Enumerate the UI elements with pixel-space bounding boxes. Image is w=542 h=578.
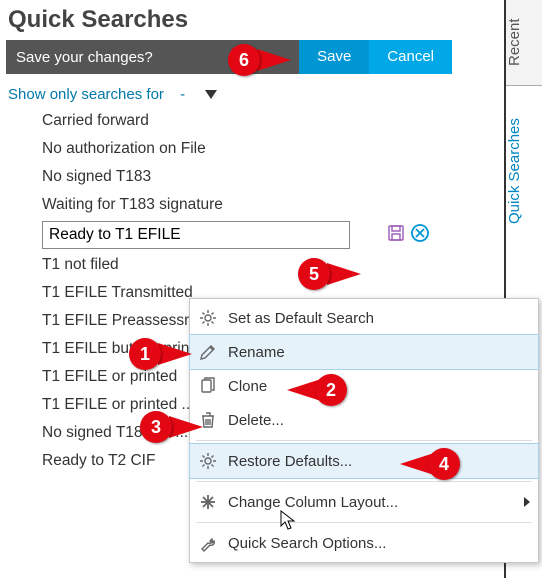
menu-rename[interactable]: Rename <box>190 335 538 369</box>
list-item[interactable]: No authorization on File <box>42 135 500 163</box>
menu-clone[interactable]: Clone <box>190 369 538 403</box>
gear-icon <box>198 308 218 328</box>
tab-quick-searches[interactable]: Quick Searches <box>506 86 542 256</box>
chevron-right-icon <box>524 497 530 507</box>
menu-label: Rename <box>228 344 530 361</box>
menu-label: Delete... <box>228 412 530 429</box>
list-item-editing <box>42 219 500 251</box>
menu-separator <box>196 481 532 482</box>
list-item[interactable]: T1 not filed <box>42 251 500 279</box>
menu-label: Quick Search Options... <box>228 535 530 552</box>
pencil-icon <box>198 342 218 362</box>
wrench-icon <box>198 533 218 553</box>
chevron-down-icon[interactable] <box>205 90 217 99</box>
cancel-circle-icon[interactable] <box>410 223 430 247</box>
save-changes-bar: Save your changes? Save Cancel <box>6 40 452 74</box>
menu-separator <box>196 522 532 523</box>
menu-quick-search-options[interactable]: Quick Search Options... <box>190 526 538 560</box>
save-changes-message: Save your changes? <box>6 49 299 66</box>
filter-value: - <box>180 86 185 103</box>
asterisk-icon <box>198 492 218 512</box>
menu-separator <box>196 440 532 441</box>
list-item[interactable]: Carried forward <box>42 107 500 135</box>
menu-label: Restore Defaults... <box>228 453 530 470</box>
list-item[interactable]: No signed T183 <box>42 163 500 191</box>
page-title: Quick Searches <box>8 6 500 34</box>
menu-change-column-layout[interactable]: Change Column Layout... <box>190 485 538 519</box>
menu-restore-defaults[interactable]: Restore Defaults... <box>190 444 538 478</box>
filter-line[interactable]: Show only searches for - <box>8 86 500 103</box>
menu-set-default[interactable]: Set as Default Search <box>190 301 538 335</box>
save-button[interactable]: Save <box>299 40 369 74</box>
filter-label: Show only searches for <box>8 86 164 103</box>
menu-label: Change Column Layout... <box>228 494 514 511</box>
menu-delete[interactable]: Delete... <box>190 403 538 437</box>
gear-icon <box>198 451 218 471</box>
rename-input[interactable] <box>42 221 350 249</box>
trash-icon <box>198 410 218 430</box>
cancel-button[interactable]: Cancel <box>369 40 452 74</box>
list-item[interactable]: Waiting for T183 signature <box>42 191 500 219</box>
floppy-icon[interactable] <box>386 223 406 247</box>
tab-recent[interactable]: Recent <box>506 0 542 85</box>
clone-icon <box>198 376 218 396</box>
menu-label: Clone <box>228 378 530 395</box>
menu-label: Set as Default Search <box>228 310 530 327</box>
context-menu: Set as Default Search Rename Clone Delet… <box>189 298 539 563</box>
